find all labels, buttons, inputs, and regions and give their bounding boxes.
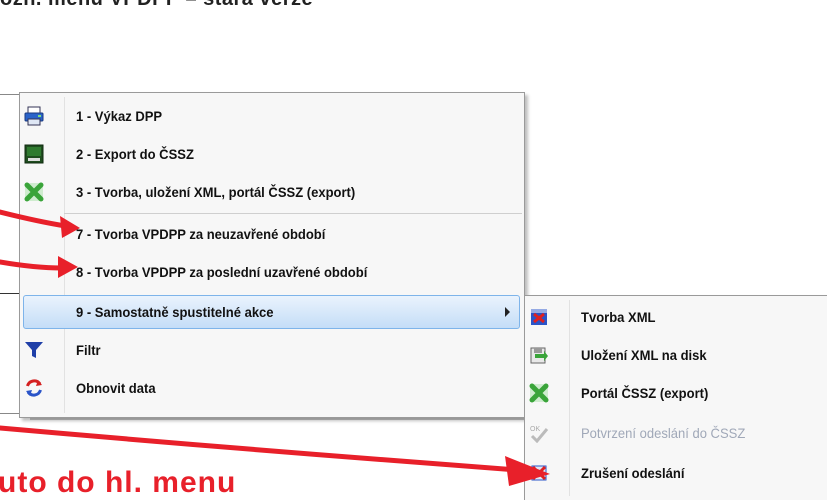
refresh-icon — [24, 378, 44, 398]
menu-item-label: Tvorba XML — [581, 309, 656, 325]
submenu-arrow-icon — [505, 307, 510, 317]
submenu: Tvorba XML Uložení XML na disk Portál ČS… — [524, 295, 827, 500]
menu-item-label: 8 - Tvorba VPDPP za poslední uzavřené ob… — [76, 264, 368, 280]
annotation-text: uto do hl. menu — [0, 466, 237, 499]
menu-item-label: 3 - Tvorba, uložení XML, portál ČSSZ (ex… — [76, 184, 356, 200]
background-divider — [0, 94, 19, 95]
ok-check-icon: OK — [529, 423, 549, 444]
menu-item-samostatne-akce[interactable]: 9 - Samostatně spustitelné akce — [20, 293, 524, 331]
menu-item-label: Filtr — [76, 342, 101, 358]
submenu-item-potvrzeni-odeslani: OK Potvrzení odeslání do ČSSZ — [525, 414, 827, 452]
menu-item-label: 9 - Samostatně spustitelné akce — [76, 304, 274, 320]
svg-text:OK: OK — [530, 426, 540, 433]
submenu-item-ulozeni-xml[interactable]: Uložení XML na disk — [525, 336, 827, 374]
menu-item-label: Obnovit data — [76, 380, 156, 396]
menu-item-obnovit-data[interactable]: Obnovit data — [20, 369, 524, 407]
menu-item-label: Zrušení odeslání — [581, 465, 685, 481]
menu-item-vpdpp-neuzavrene[interactable]: 7 - Tvorba VPDPP za neuzavřené období — [20, 215, 524, 253]
submenu-item-portal-cssz[interactable]: Portál ČSSZ (export) — [525, 374, 827, 412]
green-x-icon — [24, 182, 44, 202]
menu-item-label: 1 - Výkaz DPP — [76, 108, 163, 124]
filter-icon — [24, 340, 44, 360]
export-terminal-icon — [24, 144, 44, 164]
submenu-item-zruseni-odeslani[interactable]: Zrušení odeslání — [525, 454, 827, 492]
menu-separator — [64, 213, 522, 214]
menu-item-vykaz-dpp[interactable]: 1 - Výkaz DPP — [20, 97, 524, 135]
menu-item-filtr[interactable]: Filtr — [20, 331, 524, 369]
page-heading: ozn. menu VPDPP – stará verze — [0, 0, 313, 11]
menu-item-tvorba-xml-portal[interactable]: 3 - Tvorba, uložení XML, portál ČSSZ (ex… — [20, 173, 524, 211]
cancel-sending-icon — [529, 463, 549, 483]
menu-item-label: 7 - Tvorba VPDPP za neuzavřené období — [76, 226, 326, 242]
green-x-icon — [529, 383, 549, 403]
submenu-item-tvorba-xml[interactable]: Tvorba XML — [525, 298, 827, 336]
background-divider — [30, 418, 524, 420]
menu-item-export-cssz[interactable]: 2 - Export do ČSSZ — [20, 135, 524, 173]
xml-create-icon — [529, 307, 549, 327]
menu-item-label: Potvrzení odeslání do ČSSZ — [581, 425, 746, 441]
menu-item-label: 2 - Export do ČSSZ — [76, 146, 194, 162]
context-menu: 1 - Výkaz DPP 2 - Export do ČSSZ 3 - Tvo… — [19, 92, 525, 418]
menu-item-label: Uložení XML na disk — [581, 347, 707, 363]
menu-item-vpdpp-posledni[interactable]: 8 - Tvorba VPDPP za poslední uzavřené ob… — [20, 253, 524, 291]
background-divider — [0, 293, 19, 294]
menu-item-label: Portál ČSSZ (export) — [581, 385, 709, 401]
save-to-disk-icon — [529, 345, 549, 365]
printer-icon — [24, 106, 44, 126]
background-divider — [0, 413, 19, 414]
